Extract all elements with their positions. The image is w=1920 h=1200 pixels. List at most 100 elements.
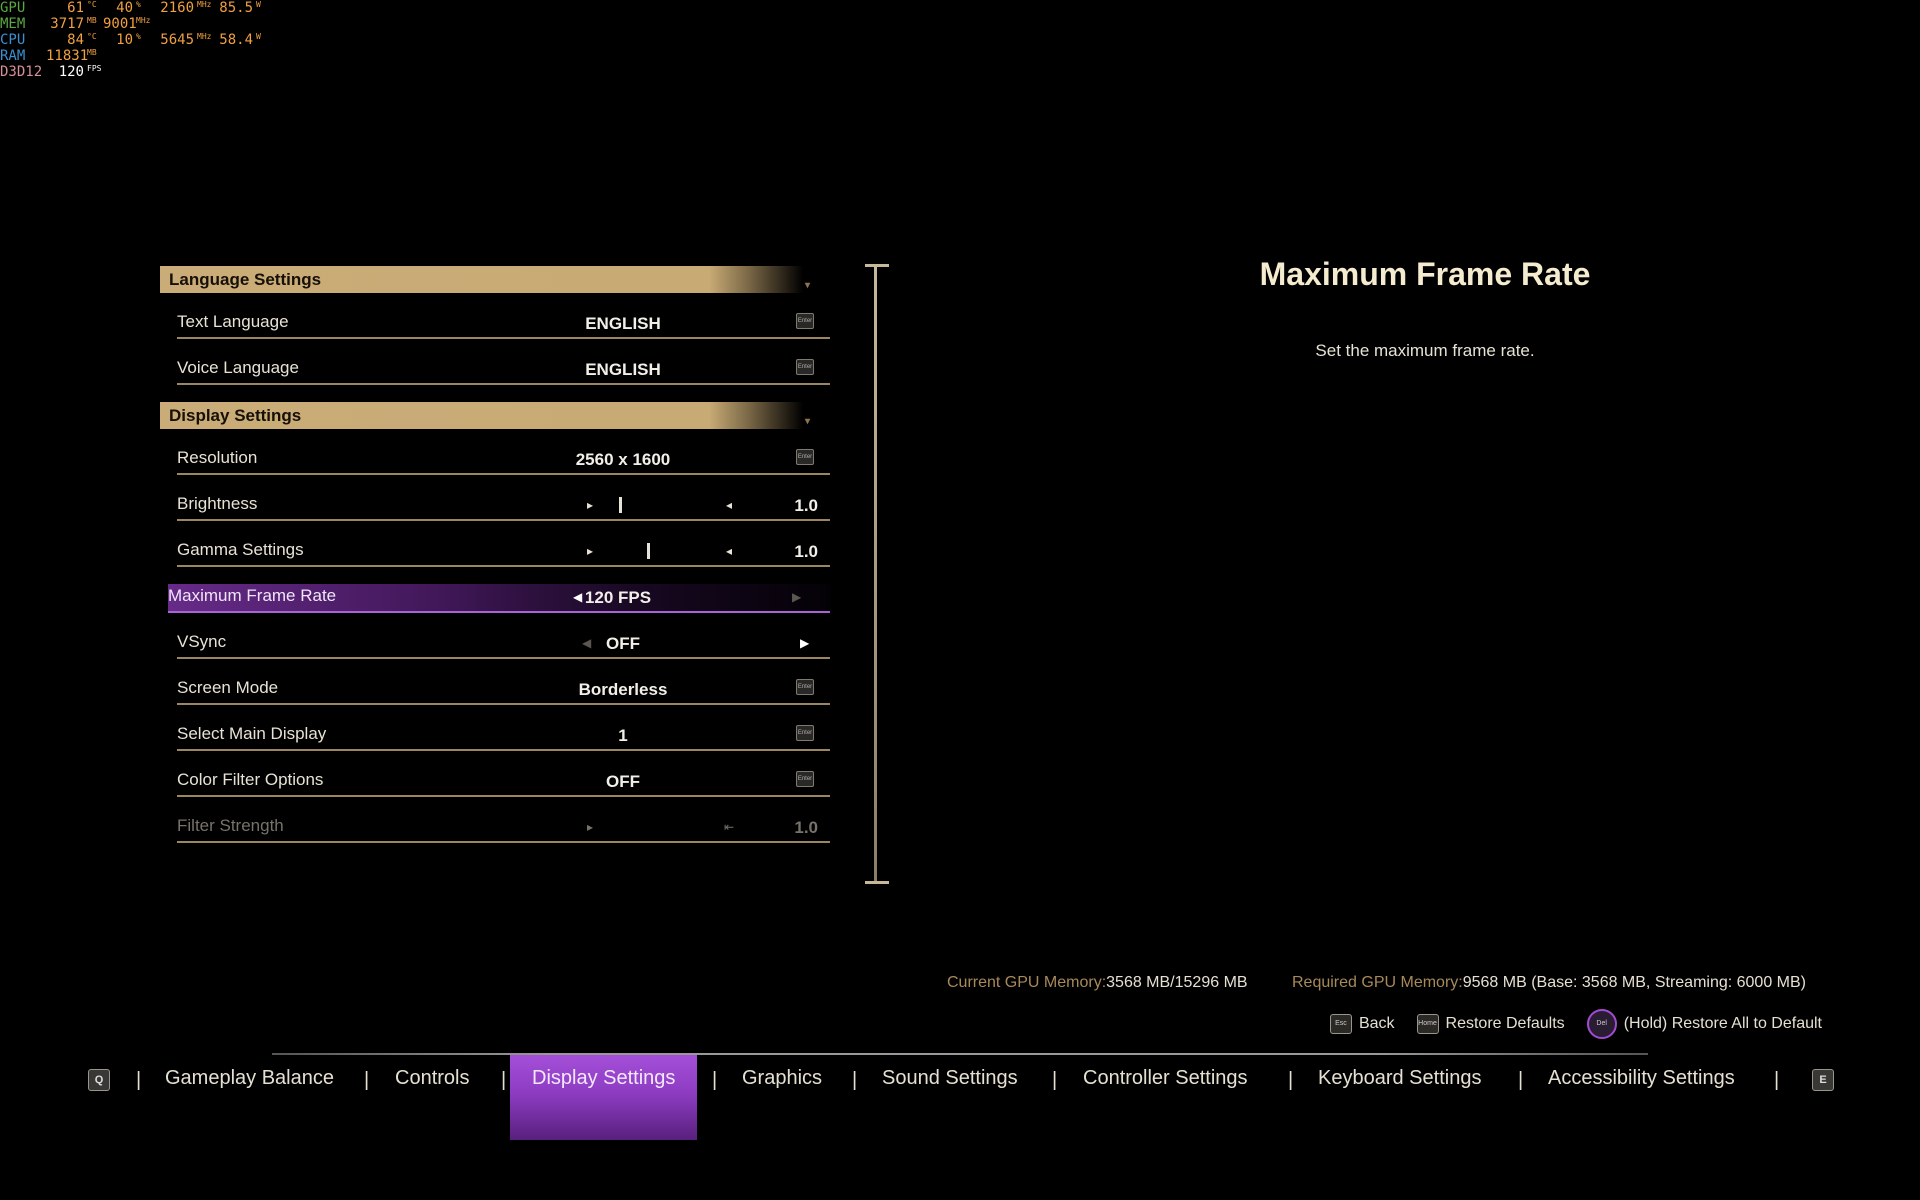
performance-overlay: GPU 61 °C 40% 2160 MHz 85.5 W MEM 3717 MB 90…	[0, 0, 272, 80]
enter-key-icon[interactable]: Enter	[796, 313, 814, 329]
tab-keyboard-settings[interactable]: Keyboard Settings	[1318, 1067, 1481, 1090]
setting-label: Resolution	[177, 448, 258, 467]
setting-value: 2560 x 1600	[575, 450, 671, 469]
restore-defaults-hint[interactable]: Home Restore Defaults	[1416, 1014, 1565, 1034]
tab-separator: |	[1774, 1069, 1780, 1091]
setting-value: ENGLISH	[585, 360, 661, 379]
key-hints: Esc Back Home Restore Defaults Del (Hold…	[1308, 1009, 1822, 1039]
slider-increase-arrow[interactable]: ◂	[726, 544, 732, 558]
restore-defaults-label: Restore Defaults	[1445, 1015, 1565, 1032]
q-key-icon[interactable]: Q	[88, 1069, 110, 1091]
enter-key-icon[interactable]: Enter	[796, 359, 814, 375]
next-option-arrow[interactable]: ▶	[792, 590, 801, 604]
setting-text-language[interactable]: Text Language ENGLISH Enter	[177, 310, 830, 339]
description-body: Set the maximum frame rate.	[1315, 341, 1535, 360]
tab-separator: |	[501, 1069, 507, 1091]
slider-increase-arrow[interactable]: ◂	[726, 498, 732, 512]
tab-controller-settings[interactable]: Controller Settings	[1083, 1067, 1248, 1090]
section-header-language: Language Settings ▾	[160, 266, 830, 293]
setting-label: Screen Mode	[177, 678, 279, 697]
overlay-value: 58.4	[219, 32, 253, 48]
overlay-value: 10	[116, 32, 133, 48]
setting-value: 1	[618, 726, 628, 745]
setting-color-filter[interactable]: Color Filter Options OFF Enter	[177, 768, 830, 797]
slider-decrease-arrow[interactable]: ▸	[587, 544, 593, 558]
enter-key-icon[interactable]: Enter	[796, 725, 814, 741]
overlay-value: 2160	[160, 0, 194, 16]
setting-value: 1.0	[794, 496, 818, 515]
setting-max-frame-rate[interactable]: Maximum Frame Rate ◀ 120 FPS ▶	[168, 584, 830, 613]
setting-value: Borderless	[578, 680, 668, 699]
setting-value: ENGLISH	[585, 314, 661, 333]
setting-resolution[interactable]: Resolution 2560 x 1600 Enter	[177, 446, 830, 475]
required-gpu-memory-value: 9568 MB (Base: 3568 MB, Streaming: 6000 …	[1462, 974, 1806, 991]
del-key-icon: Del	[1586, 1009, 1617, 1039]
tab-separator: |	[852, 1069, 858, 1091]
setting-label: Color Filter Options	[177, 770, 324, 789]
overlay-unit: MHz	[136, 16, 151, 25]
setting-label: Brightness	[177, 494, 258, 513]
enter-key-icon[interactable]: Enter	[796, 771, 814, 787]
setting-value: 120 FPS	[584, 588, 652, 607]
overlay-label: CPU	[0, 32, 26, 48]
restore-all-label: (Hold) Restore All to Default	[1623, 1015, 1822, 1032]
current-gpu-memory-value: 3568 MB/15296 MB	[1106, 974, 1248, 991]
setting-screen-mode[interactable]: Screen Mode Borderless Enter	[177, 676, 830, 705]
description-title: Maximum Frame Rate	[1259, 256, 1591, 292]
settings-tabs: Q | Gameplay Balance | Controls | Displa…	[0, 1055, 1920, 1140]
required-gpu-memory: Required GPU Memory:9568 MB (Base: 3568 …	[1292, 974, 1806, 992]
overlay-value: 84	[67, 32, 84, 48]
restore-all-hint[interactable]: Del (Hold) Restore All to Default	[1586, 1009, 1822, 1039]
tab-separator: |	[364, 1069, 370, 1091]
overlay-label: D3D12	[0, 64, 43, 80]
overlay-mem-row: MEM 3717 MB 9001 MHz	[0, 16, 272, 32]
tab-separator: |	[136, 1069, 142, 1091]
tab-accessibility-settings[interactable]: Accessibility Settings	[1548, 1067, 1735, 1090]
enter-key-icon[interactable]: Enter	[796, 449, 814, 465]
back-hint[interactable]: Esc Back	[1329, 1014, 1395, 1034]
tab-gameplay-balance[interactable]: Gameplay Balance	[165, 1067, 334, 1090]
setting-label: Select Main Display	[177, 724, 327, 743]
current-gpu-memory-label: Current GPU Memory:	[947, 974, 1107, 991]
slider-end-icon: ⇤	[724, 820, 735, 834]
overlay-value: 5645	[160, 32, 194, 48]
setting-filter-strength: Filter Strength ▸ ⇤ 1.0	[177, 814, 830, 843]
setting-label: Text Language	[177, 312, 289, 331]
overlay-value: 11831	[46, 48, 89, 64]
slider-thumb[interactable]	[618, 497, 622, 513]
tab-separator: |	[1288, 1069, 1294, 1091]
required-gpu-memory-label: Required GPU Memory:	[1292, 974, 1463, 991]
enter-key-icon[interactable]: Enter	[796, 679, 814, 695]
setting-voice-language[interactable]: Voice Language ENGLISH Enter	[177, 356, 830, 385]
setting-vsync[interactable]: VSync ◀ OFF ▶	[177, 630, 830, 659]
overlay-value: 61	[67, 0, 84, 16]
tab-separator: |	[1052, 1069, 1058, 1091]
overlay-value: 120	[58, 64, 84, 80]
setting-label: Maximum Frame Rate	[168, 586, 337, 605]
overlay-unit: MHz	[197, 32, 212, 41]
setting-brightness[interactable]: Brightness ▸ ◂ 1.0	[177, 492, 830, 521]
setting-main-display[interactable]: Select Main Display 1 Enter	[177, 722, 830, 751]
setting-value: 1.0	[794, 818, 818, 837]
overlay-gpu-row: GPU 61 °C 40% 2160 MHz 85.5 W	[0, 0, 272, 16]
e-key-icon[interactable]: E	[1812, 1069, 1834, 1091]
overlay-unit: W	[256, 0, 261, 9]
chevron-down-icon: ▾	[804, 416, 810, 427]
panel-divider	[865, 264, 889, 884]
tab-controls[interactable]: Controls	[395, 1067, 469, 1090]
tab-display-settings[interactable]: Display Settings	[510, 1055, 698, 1140]
setting-gamma[interactable]: Gamma Settings ▸ ◂ 1.0	[177, 538, 830, 567]
section-header-display: Display Settings ▾	[160, 402, 830, 429]
slider-decrease-arrow[interactable]: ▸	[587, 498, 593, 512]
overlay-unit: %	[136, 0, 141, 9]
next-option-arrow[interactable]: ▶	[800, 636, 809, 650]
overlay-unit: MHz	[197, 0, 212, 9]
setting-value: OFF	[606, 772, 640, 791]
tab-sound-settings[interactable]: Sound Settings	[882, 1067, 1018, 1090]
esc-key-icon: Esc	[1329, 1014, 1352, 1034]
back-label: Back	[1358, 1015, 1395, 1032]
tab-graphics[interactable]: Graphics	[742, 1067, 822, 1090]
slider-thumb[interactable]	[647, 543, 651, 559]
overlay-value: 9001	[103, 16, 137, 32]
chevron-down-icon: ▾	[804, 280, 810, 291]
